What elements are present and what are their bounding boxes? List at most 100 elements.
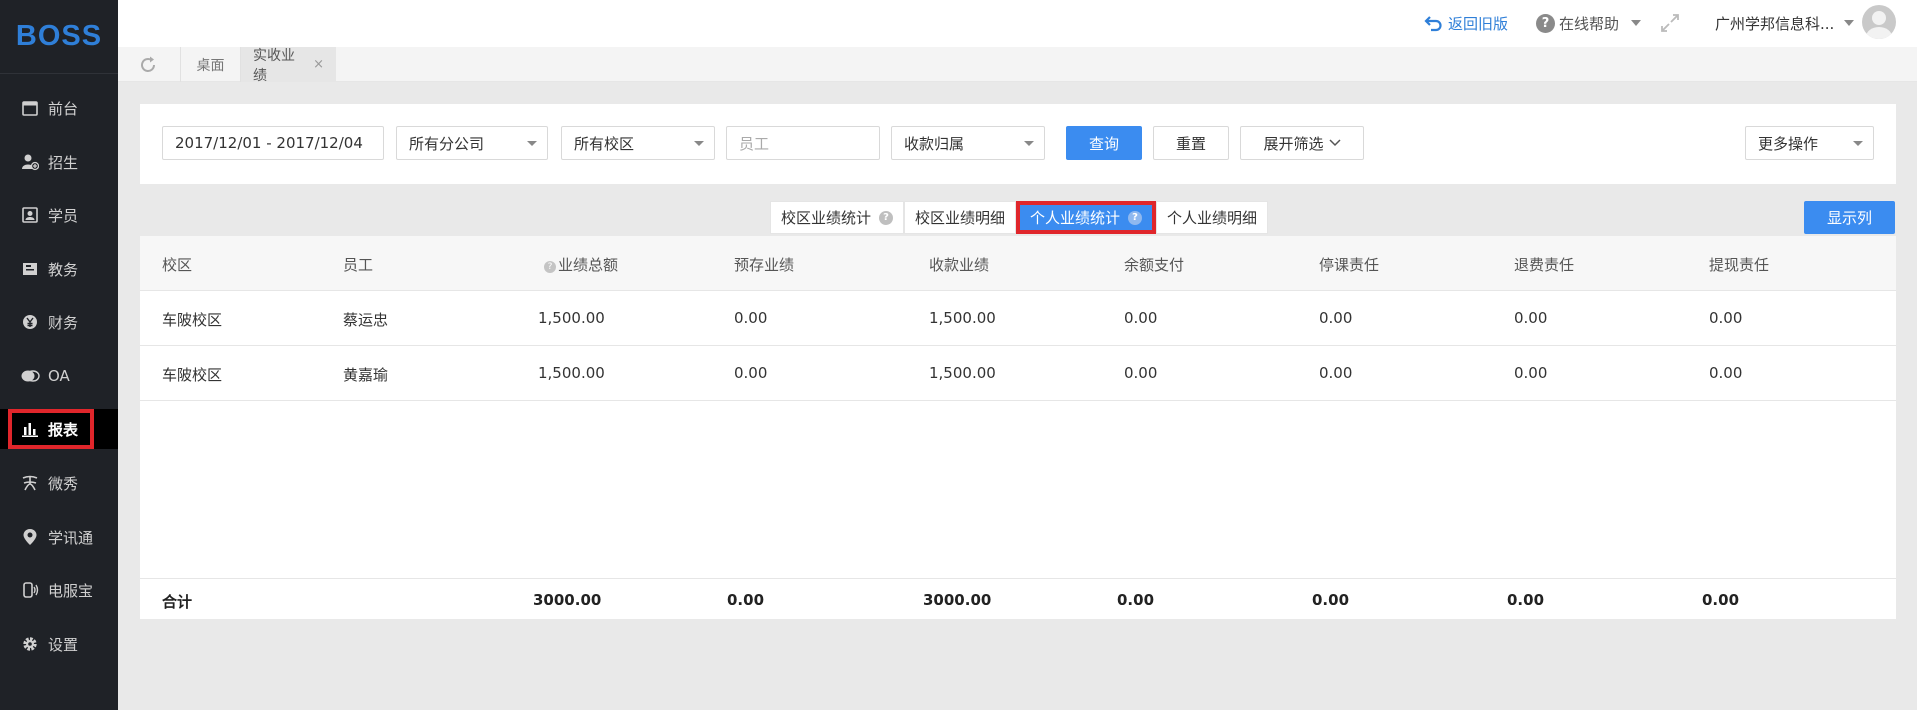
performance-table: 校区 员工 ? 业绩总额 预存业绩 收款业绩 余额支付 停课责任 退费责任 提现责… bbox=[140, 236, 1896, 619]
column-header[interactable]: 提现责任 bbox=[1709, 254, 1769, 275]
branch-value: 所有分公司 bbox=[409, 134, 485, 153]
column-header[interactable]: 收款业绩 bbox=[929, 254, 989, 275]
company-name: 广州学邦信息科... bbox=[1715, 14, 1835, 33]
back-to-old-label: 返回旧版 bbox=[1448, 14, 1509, 33]
fullscreen-icon[interactable] bbox=[1660, 10, 1680, 36]
help-icon: ? bbox=[1128, 210, 1143, 225]
cell-prepaid: 0.00 bbox=[734, 364, 768, 382]
total-refund: 0.00 bbox=[1507, 591, 1545, 609]
cell-staff: 蔡运忠 bbox=[343, 311, 389, 329]
payment-belong-value: 收款归属 bbox=[904, 134, 965, 153]
staff-input[interactable]: 员工 bbox=[726, 126, 880, 160]
sidebar-item-frontdesk[interactable]: 前台 bbox=[0, 88, 118, 128]
gear-icon bbox=[20, 634, 40, 654]
cell-refund: 0.00 bbox=[1514, 364, 1548, 382]
filter-panel: 2017/12/01 - 2017/12/04 所有分公司 所有校区 员工 收款… bbox=[140, 104, 1896, 184]
avatar[interactable] bbox=[1862, 5, 1896, 39]
sidebar-item-academic[interactable]: 教务 bbox=[0, 249, 118, 289]
cell-withdraw: 0.00 bbox=[1709, 364, 1743, 382]
sidebar-item-label: 学员 bbox=[48, 206, 79, 225]
column-header[interactable]: 停课责任 bbox=[1319, 254, 1379, 275]
sidebar-item-label: 设置 bbox=[48, 635, 79, 654]
close-icon[interactable]: × bbox=[313, 57, 324, 72]
show-columns-button[interactable]: 显示列 bbox=[1804, 201, 1895, 234]
date-range-value: 2017/12/01 - 2017/12/04 bbox=[175, 134, 363, 152]
expand-filter-label: 展开筛选 bbox=[1263, 134, 1324, 153]
expand-filter-button[interactable]: 展开筛选 bbox=[1240, 126, 1364, 160]
sidebar-item-label: 招生 bbox=[48, 153, 79, 172]
column-header[interactable]: 校区 bbox=[162, 254, 192, 275]
undo-icon bbox=[1424, 16, 1442, 32]
sidebar-item-settings[interactable]: 设置 bbox=[0, 624, 118, 664]
campus-select[interactable]: 所有校区 bbox=[561, 126, 715, 160]
tab-personal-stats[interactable]: 个人业绩统计? bbox=[1016, 201, 1157, 234]
chevron-down-icon bbox=[694, 141, 704, 146]
table-row[interactable]: 车陂校区 黄嘉瑜 1,500.00 0.00 1,500.00 0.00 0.0… bbox=[140, 346, 1896, 401]
total-received: 3000.00 bbox=[923, 591, 992, 609]
chevron-down-icon bbox=[1853, 141, 1863, 146]
tab-actual-revenue[interactable]: 实收业绩 × bbox=[240, 47, 336, 84]
chevron-down-icon bbox=[1024, 141, 1034, 146]
tab-personal-detail[interactable]: 个人业绩明细 bbox=[1156, 201, 1269, 234]
chat-bubbles-icon bbox=[20, 366, 40, 386]
cell-suspend: 0.00 bbox=[1319, 309, 1353, 327]
sidebar-item-label: 教务 bbox=[48, 260, 79, 279]
subtab-label: 校区业绩统计 bbox=[781, 209, 872, 227]
chevron-down-icon bbox=[527, 141, 537, 146]
sidebar-item-enroll[interactable]: 招生 bbox=[0, 142, 118, 182]
branch-select[interactable]: 所有分公司 bbox=[396, 126, 548, 160]
online-help-label: 在线帮助 bbox=[1559, 14, 1620, 33]
sidebar-item-reports[interactable]: 报表 bbox=[0, 409, 118, 449]
column-header[interactable]: 退费责任 bbox=[1514, 254, 1574, 275]
logo[interactable]: BOSS bbox=[0, 0, 118, 74]
total-label: 合计 bbox=[162, 593, 193, 611]
tab-label: 桌面 bbox=[196, 57, 225, 74]
cell-suspend: 0.00 bbox=[1319, 364, 1353, 382]
refresh-icon[interactable] bbox=[138, 55, 158, 75]
more-actions-dropdown[interactable]: 更多操作 bbox=[1745, 126, 1874, 160]
book-icon bbox=[20, 259, 40, 279]
table-row[interactable]: 车陂校区 蔡运忠 1,500.00 0.00 1,500.00 0.00 0.0… bbox=[140, 291, 1896, 346]
total-amount: 3000.00 bbox=[533, 591, 602, 609]
total-suspend: 0.00 bbox=[1312, 591, 1350, 609]
sidebar-item-students[interactable]: 学员 bbox=[0, 195, 118, 235]
column-header[interactable]: 员工 bbox=[343, 254, 373, 275]
payment-belong-select[interactable]: 收款归属 bbox=[891, 126, 1045, 160]
sidebar-item-oa[interactable]: OA bbox=[0, 356, 118, 396]
sidebar-item-finance[interactable]: 财务 bbox=[0, 302, 118, 342]
location-pin-icon bbox=[20, 527, 40, 547]
column-header[interactable]: 预存业绩 bbox=[734, 254, 794, 275]
column-header[interactable]: 余额支付 bbox=[1124, 254, 1184, 275]
back-to-old-version-link[interactable]: 返回旧版 bbox=[1424, 10, 1508, 36]
chevron-down-icon bbox=[1844, 20, 1855, 26]
reset-button[interactable]: 重置 bbox=[1153, 126, 1229, 160]
bar-chart-icon bbox=[20, 419, 40, 439]
query-button[interactable]: 查询 bbox=[1066, 126, 1142, 160]
cell-campus: 车陂校区 bbox=[162, 366, 223, 384]
cell-total: 1,500.00 bbox=[538, 309, 605, 327]
company-dropdown[interactable]: 广州学邦信息科... bbox=[1715, 10, 1855, 36]
sidebar: BOSS 前台 招生 学员 教务 财务 OA 报表 微秀 学讯通 电服宝 设置 bbox=[0, 0, 118, 710]
cell-campus: 车陂校区 bbox=[162, 311, 223, 329]
tab-desk[interactable]: 桌面 bbox=[180, 47, 240, 82]
subtab-label: 校区业绩明细 bbox=[915, 209, 1006, 227]
tab-campus-stats[interactable]: 校区业绩统计? bbox=[770, 201, 905, 234]
more-actions-label: 更多操作 bbox=[1758, 134, 1819, 153]
tab-label: 实收业绩 bbox=[253, 47, 295, 84]
date-range-picker[interactable]: 2017/12/01 - 2017/12/04 bbox=[162, 126, 384, 160]
total-prepaid: 0.00 bbox=[727, 591, 765, 609]
sidebar-item-weixiu[interactable]: 微秀 bbox=[0, 463, 118, 503]
help-icon: ? bbox=[544, 261, 556, 273]
sidebar-item-dianfubao[interactable]: 电服宝 bbox=[0, 570, 118, 610]
add-user-icon bbox=[20, 152, 40, 172]
table-header: 校区 员工 ? 业绩总额 预存业绩 收款业绩 余额支付 停课责任 退费责任 提现责… bbox=[140, 236, 1896, 291]
column-header-total[interactable]: ? 业绩总额 bbox=[544, 254, 618, 275]
help-icon: ? bbox=[1536, 13, 1555, 33]
cell-refund: 0.00 bbox=[1514, 309, 1548, 327]
sidebar-item-xuexuntong[interactable]: 学讯通 bbox=[0, 517, 118, 557]
student-card-icon bbox=[20, 205, 40, 225]
online-help-dropdown[interactable]: ? 在线帮助 bbox=[1536, 10, 1642, 36]
sidebar-item-label: 报表 bbox=[48, 420, 79, 439]
tab-campus-detail[interactable]: 校区业绩明细 bbox=[904, 201, 1017, 234]
cell-staff: 黄嘉瑜 bbox=[343, 366, 389, 384]
